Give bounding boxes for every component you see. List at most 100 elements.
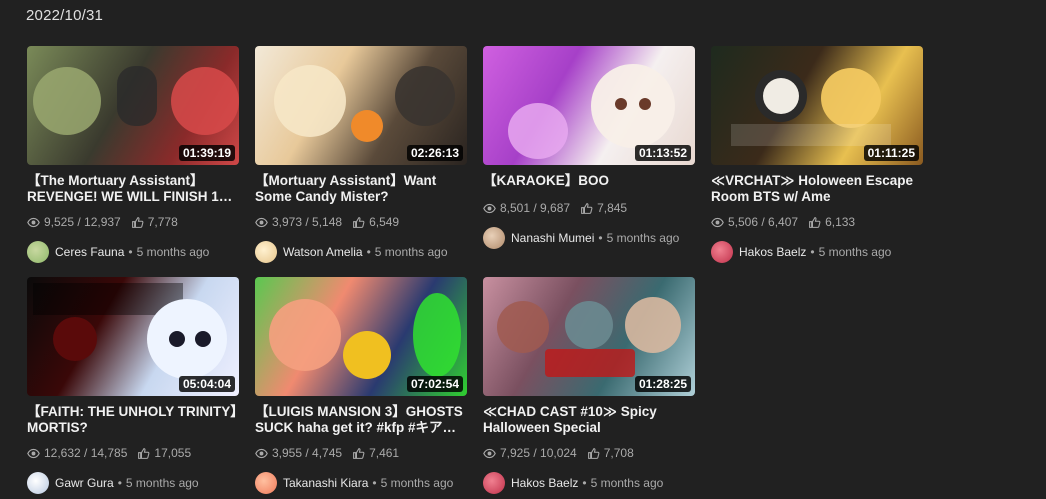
video-title[interactable]: 【Mortuary Assistant】Want Some Candy Mist…	[255, 173, 467, 205]
like-count: 7,461	[369, 446, 400, 460]
view-count: 3,973 / 5,148	[272, 215, 343, 229]
video-thumbnail[interactable]: 02:26:13	[255, 46, 467, 165]
video-duration: 07:02:54	[406, 376, 463, 392]
channel-name[interactable]: Ceres Fauna	[55, 245, 124, 259]
thumbs-up-icon	[353, 216, 365, 228]
eye-icon	[483, 448, 496, 458]
video-card[interactable]: 01:13:52 【KARAOKE】BOO 8,501 / 9,687 7,84…	[483, 46, 695, 277]
video-card[interactable]: 02:26:13 【Mortuary Assistant】Want Some C…	[255, 46, 467, 277]
like-count: 17,055	[154, 446, 192, 460]
video-card[interactable]: 01:28:25 ≪CHAD CAST #10≫ Spicy Halloween…	[483, 277, 695, 499]
video-card[interactable]: 05:04:04 【FAITH: THE UNHOLY TRINITY】MORT…	[27, 277, 239, 499]
channel-info: Hakos Baelz • 5 months ago	[483, 472, 695, 494]
like-count: 6,133	[825, 215, 856, 229]
video-stats: 12,632 / 14,785 17,055	[27, 446, 239, 460]
thumbs-up-icon	[138, 447, 150, 459]
channel-info: Gawr Gura • 5 months ago	[27, 472, 239, 494]
thumbs-up-icon	[131, 216, 144, 228]
channel-name[interactable]: Watson Amelia	[283, 245, 363, 259]
view-count: 3,955 / 4,745	[272, 446, 343, 460]
separator-dot: •	[598, 231, 603, 245]
channel-info: Ceres Fauna • 5 months ago	[27, 241, 239, 263]
video-card[interactable]: 07:02:54 【LUIGIS MANSION 3】GHOSTS SUCK h…	[255, 277, 467, 499]
avatar[interactable]	[483, 227, 505, 249]
video-thumbnail[interactable]: 01:11:25	[711, 46, 923, 165]
view-count: 5,506 / 6,407	[728, 215, 799, 229]
video-age: 5 months ago	[125, 476, 199, 490]
video-age: 5 months ago	[818, 245, 892, 259]
like-count: 6,549	[369, 215, 400, 229]
eye-icon	[27, 217, 40, 227]
video-stats: 9,525 / 12,937 7,778	[27, 215, 239, 229]
view-count: 7,925 / 10,024	[500, 446, 577, 460]
video-thumbnail[interactable]: 07:02:54	[255, 277, 467, 396]
video-title[interactable]: 【FAITH: THE UNHOLY TRINITY】MORTIS?	[27, 404, 239, 436]
video-age: 5 months ago	[374, 245, 448, 259]
video-duration: 01:11:25	[863, 145, 919, 161]
video-title[interactable]: 【KARAOKE】BOO	[483, 173, 695, 189]
avatar[interactable]	[255, 472, 277, 494]
separator-dot: •	[582, 476, 587, 490]
video-thumbnail[interactable]: 01:13:52	[483, 46, 695, 165]
view-count: 8,501 / 9,687	[500, 201, 571, 215]
video-age: 5 months ago	[380, 476, 454, 490]
thumbs-up-icon	[353, 447, 365, 459]
video-card[interactable]: 01:39:19 【The Mortuary Assistant】REVENGE…	[27, 46, 239, 277]
avatar[interactable]	[27, 472, 49, 494]
like-count: 7,778	[147, 215, 178, 229]
video-thumbnail[interactable]: 01:28:25	[483, 277, 695, 396]
thumbs-up-icon	[587, 447, 600, 459]
video-duration: 01:13:52	[634, 145, 691, 161]
avatar[interactable]	[255, 241, 277, 263]
video-age: 5 months ago	[136, 245, 210, 259]
channel-name[interactable]: Nanashi Mumei	[511, 231, 594, 245]
like-count: 7,708	[603, 446, 634, 460]
channel-info: Nanashi Mumei • 5 months ago	[483, 227, 695, 249]
like-count: 7,845	[597, 201, 628, 215]
video-title[interactable]: 【The Mortuary Assistant】REVENGE! WE WILL…	[27, 173, 239, 205]
view-count: 9,525 / 12,937	[44, 215, 121, 229]
date-header: 2022/10/31	[26, 7, 104, 24]
video-duration: 01:39:19	[178, 145, 235, 161]
avatar[interactable]	[483, 472, 505, 494]
eye-icon	[27, 448, 40, 458]
thumbs-up-icon	[581, 202, 593, 214]
video-duration: 02:26:13	[406, 145, 463, 161]
video-card[interactable]: 01:11:25 ≪VRCHAT≫ Holoween Escape Room B…	[711, 46, 923, 277]
video-age: 5 months ago	[590, 476, 664, 490]
channel-name[interactable]: Hakos Baelz	[511, 476, 578, 490]
video-stats: 5,506 / 6,407 6,133	[711, 215, 923, 229]
video-duration: 05:04:04	[178, 376, 235, 392]
separator-dot: •	[128, 245, 133, 259]
video-title[interactable]: ≪CHAD CAST #10≫ Spicy Halloween Special	[483, 404, 695, 436]
separator-dot: •	[372, 476, 377, 490]
separator-dot: •	[117, 476, 122, 490]
eye-icon	[483, 203, 496, 213]
video-stats: 7,925 / 10,024 7,708	[483, 446, 695, 460]
separator-dot: •	[810, 245, 815, 259]
video-grid: 01:39:19 【The Mortuary Assistant】REVENGE…	[27, 46, 923, 499]
avatar[interactable]	[27, 241, 49, 263]
channel-info: Watson Amelia • 5 months ago	[255, 241, 467, 263]
video-thumbnail[interactable]: 05:04:04	[27, 277, 239, 396]
channel-name[interactable]: Hakos Baelz	[739, 245, 806, 259]
video-thumbnail[interactable]: 01:39:19	[27, 46, 239, 165]
eye-icon	[255, 217, 268, 227]
video-title[interactable]: ≪VRCHAT≫ Holoween Escape Room BTS w/ Ame	[711, 173, 923, 205]
channel-info: Takanashi Kiara • 5 months ago	[255, 472, 467, 494]
channel-info: Hakos Baelz • 5 months ago	[711, 241, 923, 263]
view-count: 12,632 / 14,785	[44, 446, 128, 460]
video-stats: 3,955 / 4,745 7,461	[255, 446, 467, 460]
video-age: 5 months ago	[606, 231, 680, 245]
eye-icon	[255, 448, 268, 458]
video-stats: 8,501 / 9,687 7,845	[483, 201, 695, 215]
separator-dot: •	[366, 245, 371, 259]
video-duration: 01:28:25	[634, 376, 691, 392]
thumbs-up-icon	[809, 216, 821, 228]
video-stats: 3,973 / 5,148 6,549	[255, 215, 467, 229]
avatar[interactable]	[711, 241, 733, 263]
video-title[interactable]: 【LUIGIS MANSION 3】GHOSTS SUCK haha get i…	[255, 404, 467, 436]
channel-name[interactable]: Takanashi Kiara	[283, 476, 368, 490]
channel-name[interactable]: Gawr Gura	[55, 476, 114, 490]
eye-icon	[711, 217, 724, 227]
